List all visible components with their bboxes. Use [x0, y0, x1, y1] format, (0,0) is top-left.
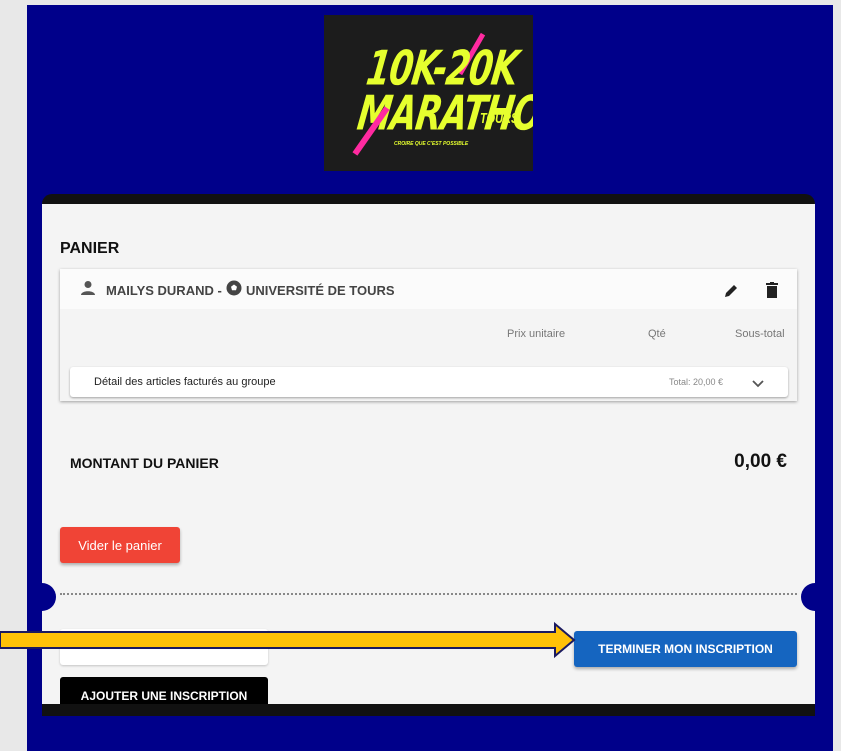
club-name: UNIVERSITÉ DE TOURS — [246, 283, 395, 298]
event-logo: 10K-20K MARATHON TOURS CROIRE QUE C'EST … — [324, 15, 533, 171]
chevron-down-icon[interactable] — [752, 377, 764, 389]
ticket-notch-right — [801, 583, 829, 611]
divider — [60, 593, 797, 595]
page: 10K-20K MARATHON TOURS CROIRE QUE C'EST … — [0, 0, 841, 751]
cart-title: PANIER — [60, 240, 120, 257]
group-header: MAILYS DURAND - UNIVERSITÉ DE TOURS — [60, 269, 797, 309]
trash-icon[interactable] — [766, 282, 778, 298]
column-qty: Qté — [648, 328, 666, 340]
ticket-notch-left — [28, 583, 56, 611]
arrow-icon — [0, 621, 576, 659]
football-icon — [226, 280, 242, 296]
logo-line3: TOURS — [480, 111, 519, 127]
finish-registration-button[interactable]: TERMINER MON INSCRIPTION — [574, 631, 797, 667]
empty-cart-button[interactable]: Vider le panier — [60, 527, 180, 563]
person-name: MAILYS DURAND - — [106, 283, 222, 298]
cart-amount-label: MONTANT DU PANIER — [70, 455, 219, 471]
pencil-icon[interactable] — [723, 283, 739, 299]
detail-total: Total: 20,00 € — [669, 377, 724, 387]
person-icon — [81, 281, 95, 295]
group-items-detail-toggle[interactable]: Détail des articles facturés au groupe T… — [70, 367, 788, 397]
logo-tagline: CROIRE QUE C'EST POSSIBLE — [394, 141, 469, 147]
detail-label: Détail des articles facturés au groupe — [94, 376, 276, 388]
column-unit-price: Prix unitaire — [507, 328, 566, 340]
card-bottom-bar — [42, 704, 815, 716]
cart-amount-value: 0,00 € — [734, 451, 787, 472]
group-box: MAILYS DURAND - UNIVERSITÉ DE TOURS Prix… — [60, 269, 797, 401]
column-subtotal: Sous-total — [735, 328, 785, 340]
